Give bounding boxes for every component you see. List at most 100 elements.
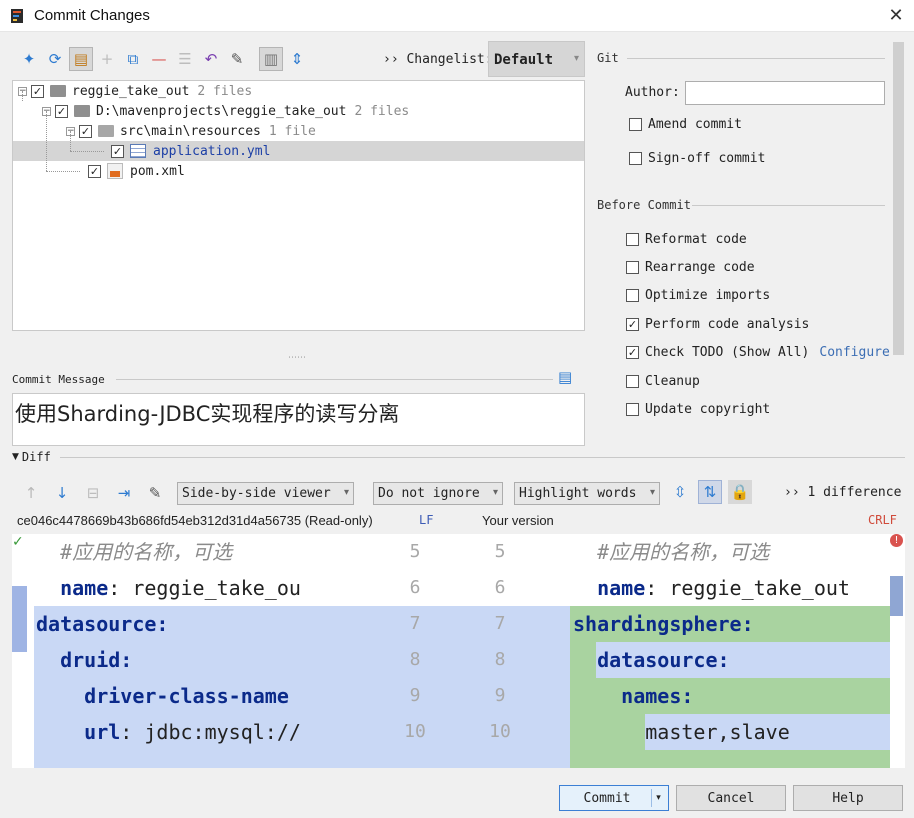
jump-to-source-icon[interactable]: ⇥ <box>112 481 136 505</box>
right-line-8: datasource: <box>573 648 730 672</box>
options-scrollbar[interactable] <box>893 42 904 355</box>
edit-source-icon[interactable]: ▤ <box>69 47 93 71</box>
previous-difference-icon[interactable]: ↑ <box>19 481 43 505</box>
message-history-icon[interactable]: ▤ <box>558 368 578 388</box>
cleanup-option[interactable]: Cleanup <box>626 374 700 389</box>
diff-viewer[interactable]: ✓ ! #应用的名称，可选 name: reggie_take_ou datas… <box>12 534 905 768</box>
commit-button[interactable]: Commit ▾ <box>559 785 669 811</box>
help-button[interactable]: Help <box>793 785 903 811</box>
move-icon[interactable]: ⧉ <box>121 47 145 71</box>
app-icon <box>10 8 24 24</box>
changelist-label: ›› Changelist: <box>383 52 493 67</box>
right-line-number: 6 <box>494 577 506 598</box>
tree-row-root[interactable]: − ✓ D:\mavenprojects\reggie_take_out 2 f… <box>13 101 584 121</box>
tree-row-pom-xml[interactable]: ✓ pom.xml <box>13 161 584 181</box>
update-copyright-option[interactable]: Update copyright <box>626 402 770 417</box>
splitter-handle[interactable]: ⋯⋯ <box>288 353 306 363</box>
remove-icon[interactable]: — <box>147 47 171 71</box>
collapse-unchanged-icon[interactable]: ⇳ <box>668 480 692 504</box>
changes-tree: − ✓ reggie_take_out 2 files − ✓ D:\maven… <box>12 80 585 331</box>
option-label: Cleanup <box>645 374 700 389</box>
lock-icon[interactable]: 🔒 <box>728 480 752 504</box>
highlight-select[interactable]: Highlight words ▾ <box>514 482 660 505</box>
expand-all-icon[interactable]: ⇕ <box>285 47 309 71</box>
cleanup-checkbox[interactable] <box>626 375 639 388</box>
rearrange-code-checkbox[interactable] <box>626 261 639 274</box>
reformat-code-checkbox[interactable] <box>626 233 639 246</box>
commit-message-input[interactable]: 使用Sharding-JDBC实现程序的读写分离 <box>12 393 585 446</box>
tree-guide <box>22 91 23 101</box>
refresh-icon[interactable]: ⟳ <box>43 47 67 71</box>
configure-link[interactable]: Configure <box>819 345 889 360</box>
changelist-select[interactable]: Default ▾ <box>488 41 585 77</box>
close-icon[interactable]: ✕ <box>884 4 908 28</box>
chevron-down-icon[interactable]: ▾ <box>651 789 665 807</box>
left-line-number: 10 <box>404 721 426 742</box>
amend-commit-option[interactable]: Amend commit <box>629 117 742 132</box>
folder-icon <box>98 125 114 137</box>
ignore-select[interactable]: Do not ignore ▾ <box>373 482 503 505</box>
viewer-select[interactable]: Side-by-side viewer ▾ <box>177 482 354 505</box>
optimize-imports-option[interactable]: Optimize imports <box>626 288 770 303</box>
option-label: Amend commit <box>648 117 742 132</box>
perform-code-analysis-option[interactable]: ✓ Perform code analysis <box>626 317 809 332</box>
option-label: Perform code analysis <box>645 317 810 332</box>
chevron-down-icon: ▾ <box>573 53 579 64</box>
show-diff-icon[interactable]: ☰ <box>173 47 197 71</box>
project-checkbox[interactable]: ✓ <box>31 84 44 98</box>
tree-row-label: D:\mavenprojects\reggie_take_out <box>96 103 347 119</box>
resources-checkbox[interactable]: ✓ <box>79 124 92 138</box>
divider <box>116 379 553 380</box>
rearrange-code-option[interactable]: Rearrange code <box>626 260 755 275</box>
tree-row-resources[interactable]: − ✓ src\main\resources 1 file <box>13 121 584 141</box>
check-todo-checkbox[interactable]: ✓ <box>626 346 639 359</box>
previous-file-icon[interactable]: ⊟ <box>81 481 105 505</box>
left-line-number: 6 <box>409 577 421 598</box>
cancel-button[interactable]: Cancel <box>676 785 786 811</box>
title-bar: Commit Changes ✕ <box>0 0 914 32</box>
right-line-number: 7 <box>494 613 506 634</box>
right-line-number: 9 <box>494 685 506 706</box>
update-copyright-checkbox[interactable] <box>626 403 639 416</box>
right-scrollbar[interactable] <box>890 576 903 616</box>
diff-toolbar: ↑ ↓ ⊟ ⇥ ✎ <box>19 481 167 505</box>
next-difference-icon[interactable]: ↓ <box>50 481 74 505</box>
left-line-7: datasource: <box>36 612 169 636</box>
author-input[interactable] <box>685 81 885 105</box>
changes-toolbar: ✦ ⟳ ▤ + ⧉ — ☰ ↶ ✎ ▥ ⇕ <box>17 47 309 71</box>
right-line-number: 5 <box>494 541 506 562</box>
amend-commit-checkbox[interactable] <box>629 118 642 131</box>
left-eol-label[interactable]: LF <box>419 513 433 527</box>
sync-scroll-icon[interactable]: ⇅ <box>698 480 722 504</box>
tree-row-project[interactable]: − ✓ reggie_take_out 2 files <box>13 81 584 101</box>
check-todo-option[interactable]: ✓ Check TODO (Show All) Configure <box>626 345 890 360</box>
signoff-commit-option[interactable]: Sign-off commit <box>629 151 765 166</box>
optimize-imports-checkbox[interactable] <box>626 289 639 302</box>
tree-row-label: application.yml <box>153 143 271 159</box>
check-icon: ✓ <box>12 534 24 550</box>
maven-file-icon <box>107 163 123 179</box>
option-label: Optimize imports <box>645 288 771 303</box>
divider <box>60 457 905 458</box>
right-line-10: master,slave <box>573 720 790 744</box>
diff-section-toggle[interactable]: ▼ Diff <box>12 450 51 464</box>
edit-icon[interactable]: ✎ <box>143 481 167 505</box>
error-icon[interactable]: ! <box>890 534 903 547</box>
tree-row-label: pom.xml <box>130 163 185 179</box>
git-section-label: Git <box>597 51 619 65</box>
signoff-commit-checkbox[interactable] <box>629 152 642 165</box>
left-line-5: #应用的名称，可选 <box>36 540 233 564</box>
window-title: Commit Changes <box>34 7 150 24</box>
pom-xml-checkbox[interactable]: ✓ <box>88 164 101 178</box>
reformat-code-option[interactable]: Reformat code <box>626 232 747 247</box>
application-yml-checkbox[interactable]: ✓ <box>111 144 124 158</box>
pin-icon[interactable]: ✦ <box>17 47 41 71</box>
edit-icon[interactable]: ✎ <box>225 47 249 71</box>
right-eol-label[interactable]: CRLF <box>868 513 897 527</box>
changelist-value: Default <box>494 52 554 68</box>
rollback-icon[interactable]: ↶ <box>199 47 223 71</box>
root-checkbox[interactable]: ✓ <box>55 104 68 118</box>
add-icon[interactable]: + <box>95 47 119 71</box>
group-icon[interactable]: ▥ <box>259 47 283 71</box>
perform-code-analysis-checkbox[interactable]: ✓ <box>626 318 639 331</box>
